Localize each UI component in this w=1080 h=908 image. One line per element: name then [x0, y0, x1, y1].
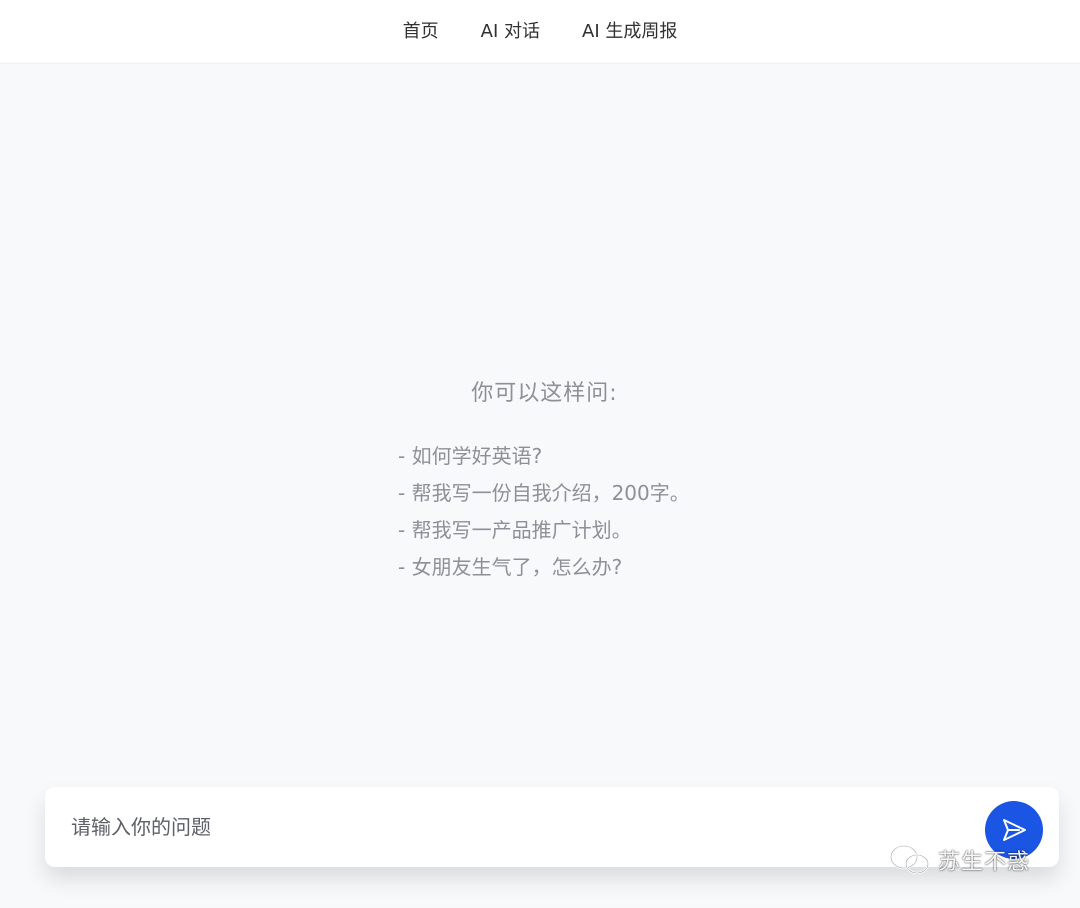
- watermark: 苏生不惑: [888, 840, 1030, 880]
- wechat-icon: [888, 843, 932, 877]
- watermark-text: 苏生不惑: [938, 844, 1030, 876]
- suggestion-item[interactable]: - 帮我写一产品推广计划。: [398, 512, 690, 549]
- suggestion-item[interactable]: - 帮我写一份自我介绍，200字。: [398, 475, 690, 512]
- suggestions-panel: 你可以这样问: - 如何学好英语? - 帮我写一份自我介绍，200字。 - 帮我…: [0, 375, 1080, 407]
- nav-item-ai-chat[interactable]: AI 对话: [481, 20, 540, 44]
- nav-item-home[interactable]: 首页: [403, 20, 439, 44]
- suggestions-list: - 如何学好英语? - 帮我写一份自我介绍，200字。 - 帮我写一产品推广计划…: [398, 438, 690, 586]
- main-nav: 首页 AI 对话 AI 生成周报: [382, 20, 699, 44]
- suggestion-item[interactable]: - 女朋友生气了，怎么办?: [398, 549, 690, 586]
- suggestions-title: 你可以这样问:: [0, 375, 1080, 407]
- question-input[interactable]: [71, 807, 971, 847]
- chat-area: 你可以这样问: - 如何学好英语? - 帮我写一份自我介绍，200字。 - 帮我…: [0, 65, 1080, 908]
- suggestion-item[interactable]: - 如何学好英语?: [398, 438, 690, 475]
- top-header: 首页 AI 对话 AI 生成周报: [0, 0, 1080, 64]
- nav-item-ai-weekly-report[interactable]: AI 生成周报: [582, 20, 677, 44]
